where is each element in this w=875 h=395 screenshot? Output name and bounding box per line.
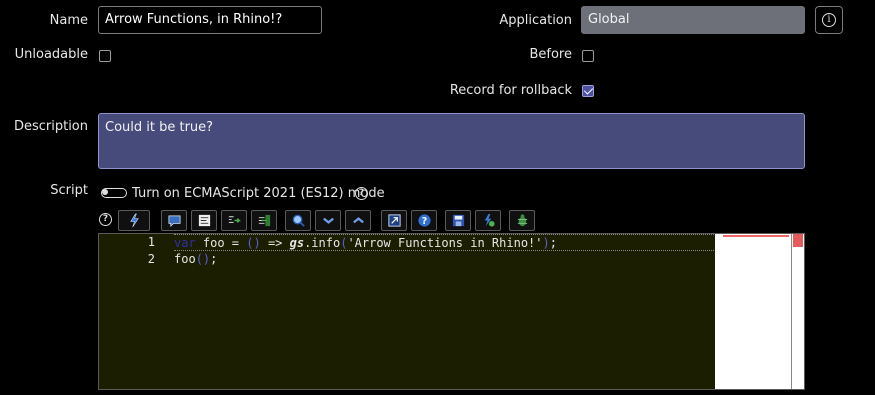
scrollbar-error-mark	[793, 234, 803, 247]
record-for-rollback-label: Record for rollback	[449, 83, 572, 98]
unloadable-label: Unloadable	[14, 47, 88, 62]
help-button[interactable]: ?	[411, 210, 437, 231]
minimap-error-mark	[723, 235, 789, 237]
paren-token: )	[542, 236, 550, 250]
code-area[interactable]: var foo = () => gs.info('Arrow Functions…	[174, 234, 714, 268]
save-icon	[452, 214, 464, 227]
es12-mode-toggle[interactable]	[101, 188, 127, 198]
script-help-icon[interactable]: ?	[99, 213, 112, 226]
fold-icon	[322, 217, 334, 224]
editor-scrollbar[interactable]	[791, 234, 804, 389]
application-label: Application	[499, 13, 572, 28]
code-token: foo	[174, 252, 196, 266]
application-field: Global	[581, 6, 805, 34]
record-for-rollback-checkbox[interactable]	[582, 85, 594, 97]
script-include-icon	[129, 213, 139, 228]
code-token: ;	[210, 252, 218, 266]
string-token: 'Arrow Functions in Rhino!'	[347, 236, 543, 250]
unfold-button[interactable]	[345, 210, 371, 231]
line-number: 2	[147, 252, 155, 266]
code-token: =>	[260, 236, 290, 250]
keyword-token: var	[174, 236, 196, 250]
name-field[interactable]: Arrow Functions, in Rhino!?	[98, 6, 322, 34]
line-number-gutter: 1 2	[99, 234, 169, 268]
svg-text:?: ?	[421, 216, 426, 227]
replace-button[interactable]	[221, 210, 247, 231]
code-token: foo =	[195, 236, 247, 250]
before-label: Before	[529, 47, 572, 62]
code-line[interactable]: var foo = () => gs.info('Arrow Functions…	[174, 234, 714, 251]
code-line[interactable]: foo();	[174, 251, 714, 268]
paren-token: ()	[195, 252, 211, 266]
before-checkbox[interactable]	[582, 50, 594, 62]
paren-token: ()	[246, 236, 261, 250]
unloadable-checkbox[interactable]	[99, 50, 111, 62]
es12-help-icon[interactable]: ?	[355, 187, 368, 200]
replace-icon	[228, 216, 241, 223]
application-info-button[interactable]: i	[815, 6, 843, 34]
line-number: 1	[147, 235, 155, 249]
comment-icon	[168, 215, 180, 228]
save-button[interactable]	[445, 210, 471, 231]
script-label: Script	[50, 183, 88, 198]
script-include-button[interactable]	[118, 210, 150, 231]
name-label: Name	[49, 13, 88, 28]
code-token: .info	[304, 236, 341, 250]
replace-all-button[interactable]	[251, 210, 277, 231]
info-icon: i	[822, 13, 836, 27]
description-label: Description	[13, 119, 88, 134]
syntax-check-icon	[517, 214, 527, 227]
global-object-token: gs	[289, 236, 305, 250]
format-code-button[interactable]	[191, 210, 217, 231]
editor-minimap[interactable]	[715, 234, 791, 389]
code-token: ;	[549, 236, 557, 250]
replace-all-icon	[258, 214, 270, 227]
script-editor[interactable]: 1 2 var foo = () => gs.info('Arrow Funct…	[98, 233, 805, 390]
description-textarea[interactable]: Could it be true?	[98, 113, 805, 169]
script-debugger-icon	[484, 213, 495, 227]
script-debugger-button[interactable]	[475, 210, 501, 231]
comment-button[interactable]	[161, 210, 187, 231]
unfold-icon	[352, 217, 364, 224]
es12-mode-label: Turn on ECMAScript 2021 (ES12) mode	[132, 186, 385, 201]
fullscreen-icon	[387, 214, 401, 227]
syntax-check-button[interactable]	[509, 210, 535, 231]
fold-button[interactable]	[315, 210, 341, 231]
format-code-icon	[198, 214, 210, 227]
fullscreen-button[interactable]	[381, 210, 407, 231]
search-icon	[292, 214, 305, 227]
help-icon: ?	[417, 214, 431, 227]
search-button[interactable]	[285, 210, 311, 231]
